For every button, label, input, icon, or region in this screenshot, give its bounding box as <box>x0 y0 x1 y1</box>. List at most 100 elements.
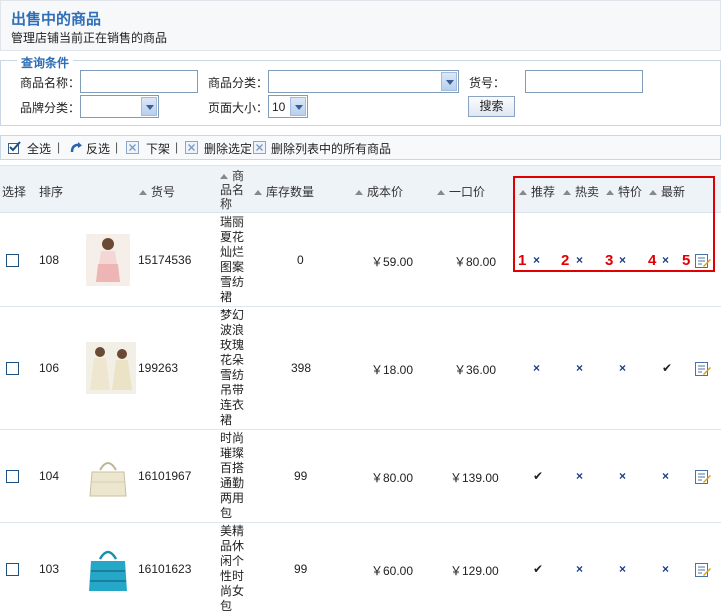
recommend-toggle[interactable]: ✔ <box>533 469 543 483</box>
row-checkbox[interactable] <box>6 563 19 576</box>
sort-arrow-icon[interactable] <box>139 190 147 195</box>
row-sku: 199263 <box>138 361 179 375</box>
query-legend: 查询条件 <box>17 54 74 71</box>
row-checkbox[interactable] <box>6 362 19 375</box>
row-stock: 99 <box>294 562 308 576</box>
row-cost: ￥59.00 <box>371 255 414 269</box>
col-select: 选择 <box>2 185 27 199</box>
col-cost-label: 成本价 <box>367 185 404 199</box>
row-cost: ￥80.00 <box>371 471 414 485</box>
product-name-input[interactable] <box>80 70 198 93</box>
row-order: 104 <box>39 469 60 483</box>
col-order[interactable]: 排序 <box>39 183 63 200</box>
hot-toggle[interactable]: × <box>576 562 583 576</box>
pagesize-value: 10 <box>272 100 286 114</box>
recommend-toggle[interactable]: × <box>533 361 540 375</box>
edit-icon[interactable] <box>695 470 711 484</box>
row-product-name[interactable]: 瑞丽夏花灿烂图案雪纺裙 <box>220 215 246 305</box>
new-toggle[interactable]: × <box>662 562 669 576</box>
product-name-label: 商品名称： <box>20 76 81 90</box>
row-product-name[interactable]: 梦幻波浪玫瑰花朵雪纺吊带连衣裙 <box>220 308 246 428</box>
row-product-name[interactable]: 美精品休闲个性时尚女包 <box>220 524 246 614</box>
delete-all-button[interactable]: 删除列表中的所有商品 <box>271 140 391 157</box>
page-title: 出售中的商品 <box>11 11 102 28</box>
row-sku: 16101967 <box>138 469 192 483</box>
invert-select-button[interactable]: 反选 <box>86 140 110 157</box>
col-sku-label: 货号 <box>151 185 176 199</box>
page-subtitle: 管理店铺当前正在销售的商品 <box>11 31 168 45</box>
col-cost[interactable]: 成本价 <box>355 183 403 200</box>
row-order: 108 <box>39 253 60 267</box>
delete-box-icon[interactable] <box>185 141 198 154</box>
table-row: 106 199263 梦幻波浪玫瑰花朵雪纺吊带连衣裙 398 ￥18.00 ￥3… <box>0 307 721 430</box>
row-stock: 398 <box>291 361 312 375</box>
special-toggle[interactable]: × <box>619 562 626 576</box>
brand-select[interactable] <box>80 95 159 118</box>
toolbar-separator: | <box>175 140 179 154</box>
col-sku[interactable]: 货号 <box>139 183 175 200</box>
annotation-number: 1 <box>518 252 527 269</box>
row-cost: ￥60.00 <box>371 564 414 578</box>
hot-toggle[interactable]: × <box>576 469 583 483</box>
invert-arrow-icon[interactable] <box>70 141 83 154</box>
category-select[interactable] <box>268 70 459 93</box>
hot-toggle[interactable]: × <box>576 361 583 375</box>
product-thumbnail[interactable] <box>86 342 136 394</box>
delete-box-icon[interactable] <box>253 141 266 154</box>
new-toggle[interactable]: ✔ <box>662 361 672 375</box>
row-checkbox[interactable] <box>6 254 19 267</box>
sort-arrow-icon[interactable] <box>220 174 228 179</box>
annotation-number: 5 <box>682 252 691 269</box>
category-label: 商品分类： <box>208 76 269 90</box>
brand-label: 品牌分类： <box>20 101 81 115</box>
edit-icon[interactable] <box>695 563 711 577</box>
col-stock[interactable]: 库存数量 <box>254 183 314 200</box>
col-price-label: 一口价 <box>449 185 486 199</box>
row-product-name[interactable]: 时尚璀璨百搭通勤两用包 <box>220 431 246 521</box>
page-header: 出售中的商品 管理店铺当前正在销售的商品 <box>0 0 721 51</box>
row-stock: 99 <box>294 469 308 483</box>
product-thumbnail[interactable] <box>86 234 130 286</box>
col-stock-label: 库存数量 <box>266 185 315 199</box>
search-button[interactable]: 搜索 <box>468 96 515 117</box>
product-thumbnail[interactable] <box>86 543 130 595</box>
dropdown-arrow-icon[interactable] <box>141 97 157 116</box>
toolbar-separator: | <box>115 140 119 154</box>
sort-arrow-icon[interactable] <box>437 190 445 195</box>
special-toggle[interactable]: × <box>619 361 626 375</box>
checkbox-icon[interactable] <box>8 141 21 154</box>
annotation-number: 2 <box>561 252 570 269</box>
delete-box-icon[interactable] <box>126 141 139 154</box>
pagesize-select[interactable]: 10 <box>268 95 308 118</box>
row-sku: 16101623 <box>138 562 192 576</box>
new-toggle[interactable]: × <box>662 469 669 483</box>
row-price: ￥80.00 <box>454 255 497 269</box>
dropdown-arrow-icon[interactable] <box>441 72 457 91</box>
sort-arrow-icon[interactable] <box>254 190 262 195</box>
special-toggle[interactable]: × <box>619 469 626 483</box>
row-sku: 15174536 <box>138 253 192 267</box>
row-cost: ￥18.00 <box>371 363 414 377</box>
toolbar-separator: | <box>57 140 61 154</box>
row-order: 106 <box>39 361 60 375</box>
row-price: ￥129.00 <box>450 564 499 578</box>
delete-selected-button[interactable]: 删除选定 <box>204 140 252 157</box>
annotation-number: 4 <box>648 252 657 269</box>
action-toolbar: 全选 | 反选 | 下架 | 删除选定 删除列表中的所有商品 <box>0 135 721 160</box>
sort-arrow-icon[interactable] <box>355 190 363 195</box>
row-price: ￥139.00 <box>450 471 499 485</box>
sku-label: 货号： <box>469 76 506 90</box>
edit-icon[interactable] <box>695 362 711 376</box>
off-shelf-button[interactable]: 下架 <box>146 140 170 157</box>
recommend-toggle[interactable]: ✔ <box>533 562 543 576</box>
row-checkbox[interactable] <box>6 470 19 483</box>
table-row: 103 16101623 美精品休闲个性时尚女包 99 ￥60.00 ￥129.… <box>0 523 721 615</box>
product-thumbnail[interactable] <box>86 452 130 504</box>
dropdown-arrow-icon[interactable] <box>290 97 306 116</box>
sku-input[interactable] <box>525 70 643 93</box>
select-all-button[interactable]: 全选 <box>27 140 51 157</box>
col-name[interactable]: 商品名称 <box>220 169 250 211</box>
annotation-number: 3 <box>605 252 614 269</box>
col-price[interactable]: 一口价 <box>437 183 485 200</box>
row-order: 103 <box>39 562 60 576</box>
